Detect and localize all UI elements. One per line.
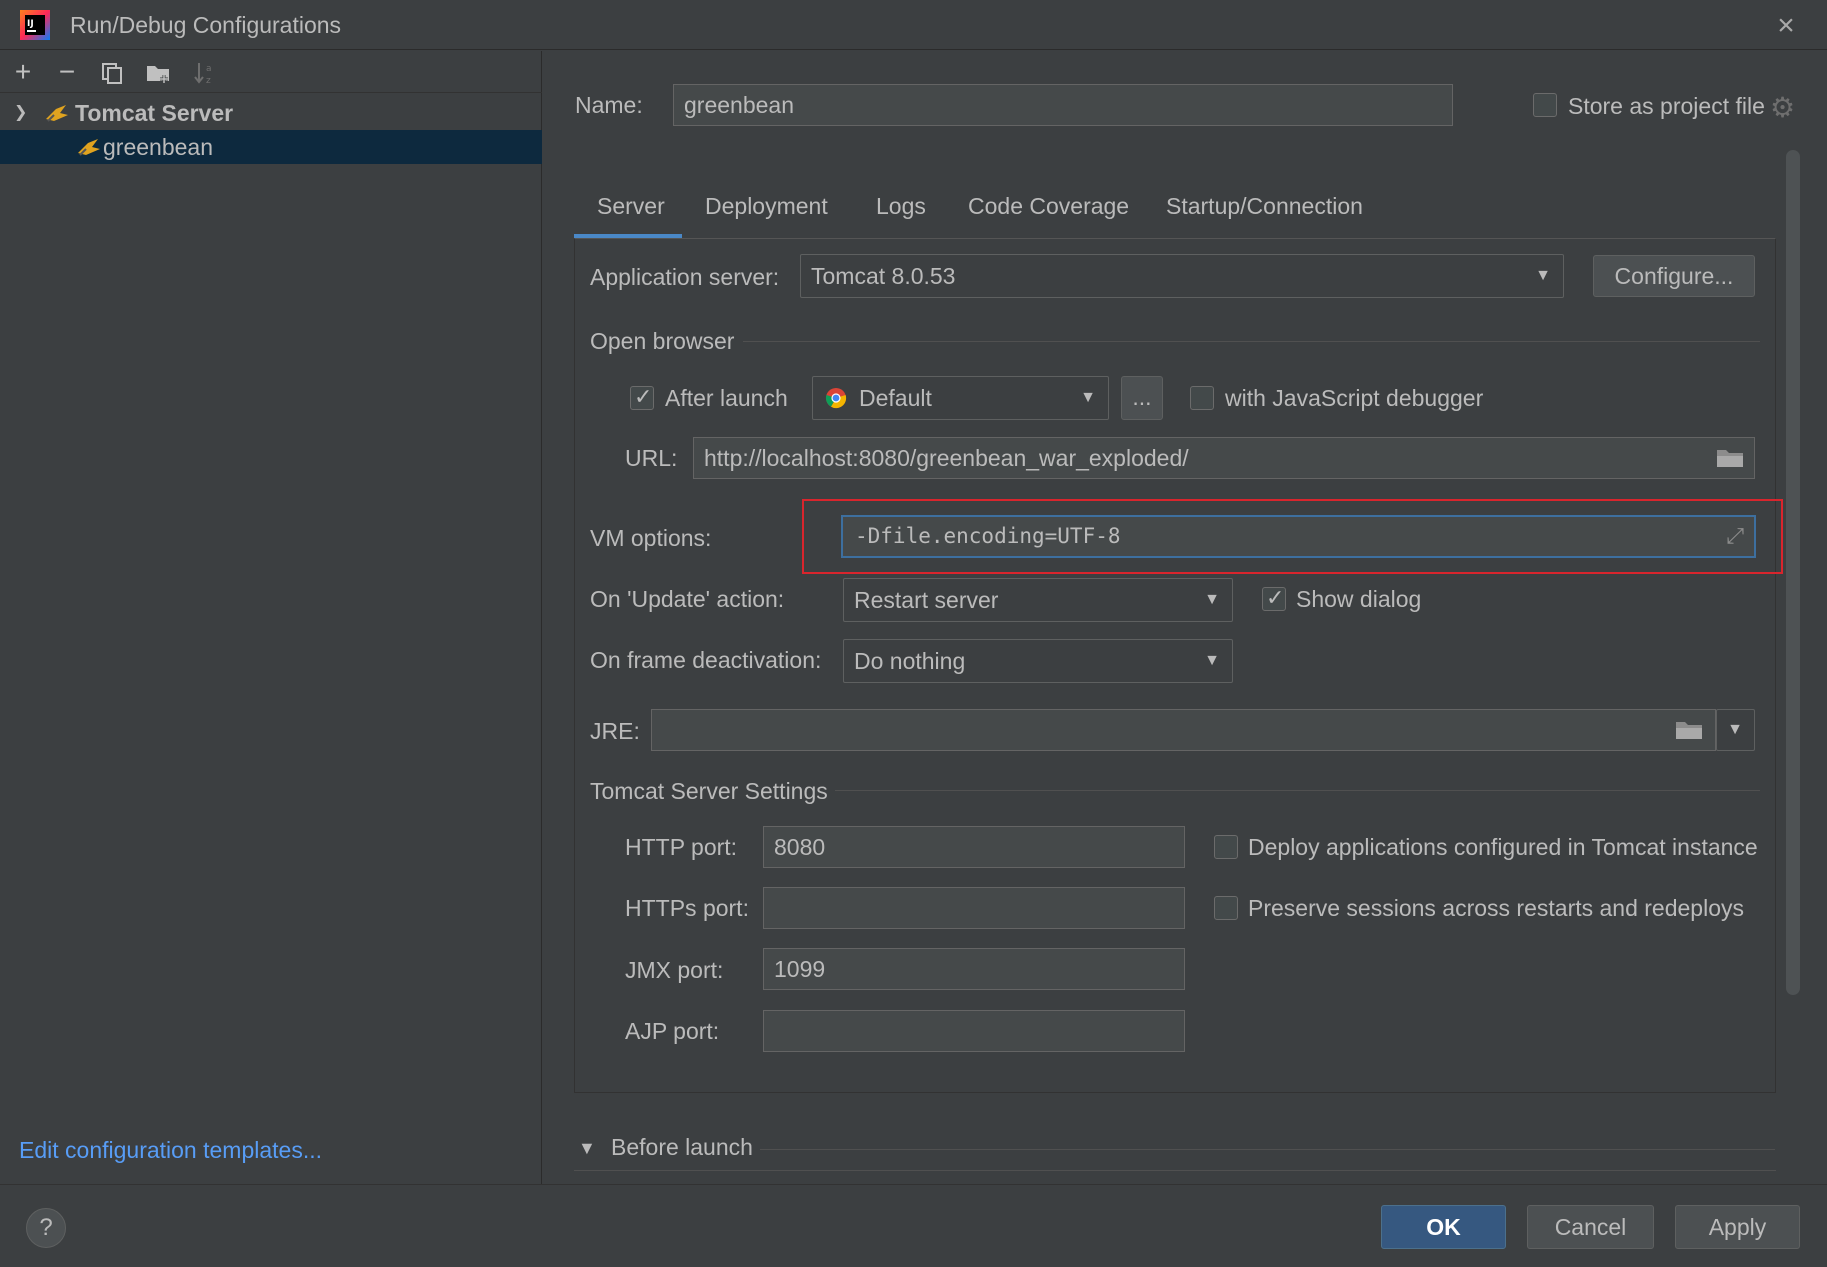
folder-icon[interactable] <box>1675 719 1703 741</box>
sort-icon[interactable]: a z <box>192 60 218 86</box>
tomcat-settings-label: Tomcat Server Settings <box>590 778 828 804</box>
before-launch-label[interactable]: Before launch <box>611 1134 753 1161</box>
configure-button[interactable]: Configure... <box>1593 255 1755 297</box>
ajp-port-input[interactable] <box>763 1010 1185 1052</box>
tree-group-tomcat-server[interactable]: ❯ Tomcat Server <box>0 96 542 130</box>
js-debugger-checkbox[interactable] <box>1190 386 1214 410</box>
close-icon[interactable]: × <box>1770 10 1802 42</box>
deploy-applications-checkbox[interactable] <box>1214 835 1238 859</box>
chrome-icon <box>825 388 847 409</box>
url-input[interactable]: http://localhost:8080/greenbean_war_expl… <box>693 437 1755 479</box>
show-dialog-checkbox[interactable] <box>1262 585 1286 611</box>
jre-input[interactable] <box>651 709 1716 751</box>
frame-deactivation-label: On frame deactivation: <box>590 647 822 673</box>
application-server-label: Application server: <box>590 264 780 290</box>
https-port-label: HTTPs port: <box>625 895 749 921</box>
chevron-down-icon: ▼ <box>1204 652 1220 669</box>
divider <box>760 1149 1775 1150</box>
frame-deactivation-select[interactable]: Do nothing ▼ <box>843 639 1233 683</box>
http-port-input[interactable]: 8080 <box>763 826 1185 868</box>
collapse-triangle-icon[interactable]: ▼ <box>578 1138 596 1159</box>
frame-deactivation-value: Do nothing <box>854 648 966 674</box>
jmx-port-input[interactable]: 1099 <box>763 948 1185 990</box>
tab-server[interactable]: Server <box>597 193 665 220</box>
jmx-port-label: JMX port: <box>625 957 724 983</box>
tree-group-label: Tomcat Server <box>75 100 234 126</box>
divider <box>743 341 1760 342</box>
name-label: Name: <box>575 92 643 118</box>
divider <box>574 1170 1776 1171</box>
svg-text:IJ: IJ <box>27 19 34 29</box>
ok-button[interactable]: OK <box>1381 1205 1506 1249</box>
tomcat-icon <box>78 139 100 156</box>
name-input[interactable]: greenbean <box>673 84 1453 126</box>
update-action-select[interactable]: Restart server ▼ <box>843 578 1233 622</box>
remove-icon[interactable]: − <box>52 57 82 87</box>
tree-toolbar: + − a z <box>0 51 542 93</box>
scrollbar[interactable] <box>1786 150 1800 995</box>
https-port-input[interactable] <box>763 887 1185 929</box>
config-tree-panel: + − a z ❯ Tomcat Server greenbean <box>0 51 542 1184</box>
after-launch-label: After launch <box>665 385 788 411</box>
svg-text:a: a <box>206 64 212 74</box>
tree-item-label: greenbean <box>103 134 213 160</box>
divider <box>835 790 1760 791</box>
intellij-logo-icon: IJ <box>20 10 50 40</box>
chevron-down-icon: ▼ <box>1080 389 1096 406</box>
vm-options-label: VM options: <box>590 525 712 551</box>
svg-text:z: z <box>206 76 211 86</box>
after-launch-checkbox[interactable] <box>630 384 654 410</box>
url-value: http://localhost:8080/greenbean_war_expl… <box>704 445 1189 471</box>
add-icon[interactable]: + <box>8 57 38 87</box>
jre-dropdown-button[interactable]: ▼ <box>1716 709 1755 751</box>
ajp-port-label: AJP port: <box>625 1018 720 1044</box>
application-server-value: Tomcat 8.0.53 <box>811 263 956 289</box>
vm-options-input[interactable]: -Dfile.encoding=UTF-8 ⤢ <box>841 515 1756 558</box>
js-debugger-label: with JavaScript debugger <box>1225 385 1484 411</box>
new-folder-icon[interactable] <box>145 61 173 85</box>
browse-browser-button[interactable]: ... <box>1121 376 1163 420</box>
preserve-sessions-label: Preserve sessions across restarts and re… <box>1248 895 1744 921</box>
chevron-down-icon: ▼ <box>1204 591 1220 608</box>
expand-icon[interactable]: ⤢ <box>1726 517 1744 556</box>
url-label: URL: <box>625 445 678 471</box>
chevron-down-icon: ▼ <box>1727 721 1743 738</box>
help-button[interactable]: ? <box>26 1208 66 1248</box>
deploy-applications-label: Deploy applications configured in Tomcat… <box>1248 834 1758 860</box>
tree-item-greenbean[interactable]: greenbean <box>0 130 542 164</box>
vm-options-value: -Dfile.encoding=UTF-8 <box>855 524 1121 548</box>
application-server-select[interactable]: Tomcat 8.0.53 ▼ <box>800 254 1564 298</box>
apply-button[interactable]: Apply <box>1675 1205 1800 1249</box>
show-dialog-label: Show dialog <box>1296 586 1422 612</box>
jre-label: JRE: <box>590 718 640 744</box>
update-action-label: On 'Update' action: <box>590 586 785 612</box>
store-as-project-file-label: Store as project file <box>1568 93 1765 119</box>
chevron-down-icon: ▼ <box>1535 267 1551 284</box>
window-title: Run/Debug Configurations <box>70 12 342 38</box>
browser-value: Default <box>859 385 932 411</box>
tab-deployment[interactable]: Deployment <box>705 193 828 220</box>
open-browser-label: Open browser <box>590 328 735 354</box>
http-port-label: HTTP port: <box>625 834 738 860</box>
folder-icon[interactable] <box>1716 447 1744 469</box>
edit-templates-link[interactable]: Edit configuration templates... <box>19 1137 322 1164</box>
tab-code-coverage[interactable]: Code Coverage <box>968 193 1129 220</box>
chevron-down-icon[interactable]: ❯ <box>14 96 27 130</box>
update-action-value: Restart server <box>854 587 999 613</box>
store-as-project-file-checkbox[interactable] <box>1533 93 1557 117</box>
browser-select[interactable]: Default ▼ <box>812 376 1109 420</box>
tomcat-icon <box>46 105 68 122</box>
tab-logs[interactable]: Logs <box>876 193 926 220</box>
preserve-sessions-checkbox[interactable] <box>1214 896 1238 920</box>
tab-startup-connection[interactable]: Startup/Connection <box>1166 193 1363 220</box>
copy-icon[interactable] <box>100 61 124 85</box>
gear-icon[interactable]: ⚙ <box>1770 91 1795 124</box>
cancel-button[interactable]: Cancel <box>1527 1205 1654 1249</box>
